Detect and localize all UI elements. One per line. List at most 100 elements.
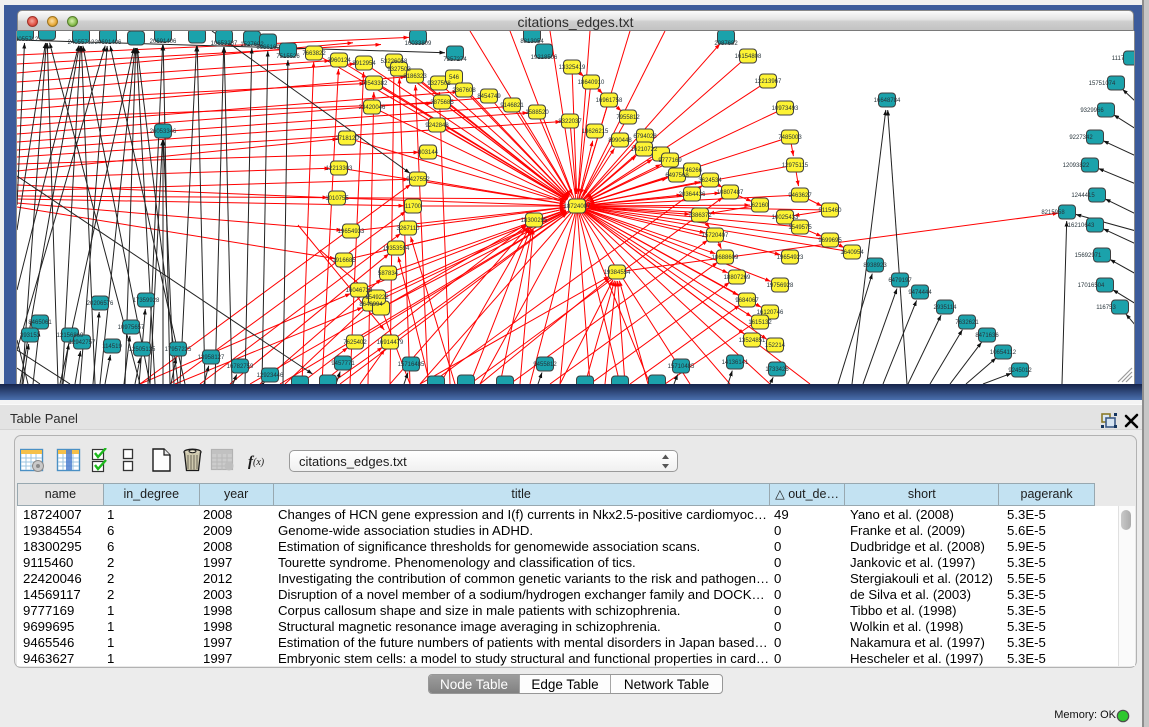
svg-text:2935114: 2935114 [934,305,958,311]
svg-text:11700: 11700 [405,204,422,210]
svg-text:19353594: 19353594 [383,246,410,252]
svg-text:15692971: 15692971 [1075,253,1102,259]
svg-text:8912954: 8912954 [352,61,376,67]
svg-text:8471636: 8471636 [975,333,999,339]
svg-text:7386372: 7386372 [688,213,712,219]
svg-text:13524851: 13524851 [739,338,766,344]
svg-text:16210643: 16210643 [1068,223,1095,229]
svg-text:116753: 116753 [1096,305,1116,311]
svg-text:3960124: 3960124 [327,58,351,64]
svg-text:12975115: 12975115 [782,163,809,169]
svg-text:62160: 62160 [752,203,769,209]
svg-text:1615132: 1615132 [748,320,772,326]
svg-text:19654933: 19654933 [338,229,365,235]
svg-text:17016504: 17016504 [1078,283,1105,289]
svg-text:1244415: 1244415 [1071,193,1095,199]
svg-text:8640994: 8640994 [359,302,383,308]
svg-text:18640910: 18640910 [578,80,605,86]
svg-text:15751074: 15751074 [1089,81,1116,87]
svg-text:3875685: 3875685 [430,100,454,106]
svg-text:2718120: 2718120 [335,136,359,142]
svg-text:12093822: 12093822 [1063,163,1090,169]
svg-text:16033809: 16033809 [405,41,432,47]
svg-text:152214: 152214 [765,343,786,349]
svg-text:24055712: 24055712 [17,37,39,43]
svg-text:16648784: 16648784 [874,98,901,104]
svg-text:13958127: 13958127 [198,355,225,361]
svg-text:19654923: 19654923 [777,255,804,261]
svg-text:16210722: 16210722 [631,147,658,153]
svg-text:9463627: 9463627 [788,193,812,199]
svg-text:13325419: 13325419 [559,65,586,71]
svg-text:16154808: 16154808 [735,54,762,60]
svg-text:12923446: 12923446 [257,373,284,379]
svg-text:18807269: 18807269 [724,275,751,281]
svg-text:12156869: 12156869 [57,333,84,339]
svg-text:1916685: 1916685 [332,258,356,264]
svg-text:10654112: 10654112 [990,350,1017,356]
svg-text:9455812: 9455812 [533,362,557,368]
svg-text:3624534: 3624534 [698,178,722,184]
svg-text:1010755: 1010755 [325,196,349,202]
svg-text:17359928: 17359928 [133,298,160,304]
svg-text:1733426: 1733426 [765,367,789,373]
svg-text:6479197: 6479197 [888,278,912,284]
svg-text:15720407: 15720407 [702,233,729,239]
svg-text:587834: 587834 [378,271,399,277]
svg-text:7625402: 7625402 [343,340,367,346]
svg-text:12942757: 12942757 [69,340,96,346]
svg-text:8813054: 8813054 [520,39,544,45]
svg-text:20691406: 20691406 [95,40,122,46]
svg-text:12213967: 12213967 [755,79,782,85]
svg-text:1640954: 1640954 [840,250,864,256]
svg-text:7515526: 7515526 [276,54,300,60]
svg-text:393153: 393153 [20,333,41,339]
svg-text:20691406: 20691406 [150,39,177,45]
svg-text:10975657: 10975657 [118,325,145,331]
svg-text:19384554: 19384554 [604,270,631,276]
svg-text:9777169: 9777169 [658,158,682,164]
svg-text:53226058: 53226058 [381,59,408,65]
svg-text:10653287: 10653287 [211,41,238,47]
svg-text:7632621: 7632621 [955,320,979,326]
svg-text:16120746: 16120746 [757,310,784,316]
svg-text:10973493: 10973493 [772,106,799,112]
svg-text:8454749: 8454749 [477,94,501,100]
svg-text:24055712: 24055712 [68,40,95,46]
svg-text:10807487: 10807487 [717,190,744,196]
svg-text:26053346: 26053346 [150,129,177,135]
svg-text:7663822: 7663822 [302,51,326,57]
svg-text:9427552: 9427552 [406,177,430,183]
svg-text:12505135: 12505135 [129,347,156,353]
svg-text:10688609: 10688609 [712,255,739,261]
svg-text:9245012: 9245012 [1008,368,1032,374]
svg-text:19756928: 19756928 [767,283,794,289]
svg-text:9699695: 9699695 [818,238,842,244]
svg-text:(x): (x) [253,457,265,468]
svg-text:18300295: 18300295 [521,218,548,224]
svg-text:8186323: 8186323 [403,74,427,80]
svg-text:8215958: 8215958 [1041,210,1065,216]
svg-text:19218506: 19218506 [531,55,558,61]
svg-text:9684067: 9684067 [735,298,759,304]
svg-text:14136141: 14136141 [722,360,749,366]
svg-text:1549575: 1549575 [788,225,812,231]
svg-text:10025433: 10025433 [772,215,799,221]
svg-text:746266: 746266 [682,168,703,174]
svg-text:9327508: 9327508 [427,81,451,87]
svg-text:1117: 1117 [1112,56,1125,62]
svg-text:7485003: 7485003 [778,135,802,141]
svg-text:15716485: 15716485 [398,362,425,368]
svg-text:114519: 114519 [102,344,122,350]
svg-text:9242848: 9242848 [425,123,449,129]
svg-text:7955812: 7955812 [616,115,640,121]
svg-text:1549222: 1549222 [365,295,389,301]
svg-text:16961758: 16961758 [596,98,623,104]
svg-text:13626215: 13626215 [582,129,609,135]
svg-text:9329966: 9329966 [1080,108,1104,114]
svg-text:7357274: 7357274 [443,57,467,63]
svg-text:9327503: 9327503 [387,67,411,73]
svg-text:1588520: 1588520 [525,110,549,116]
svg-text:803144: 803144 [418,150,439,156]
svg-text:16914479: 16914479 [377,340,404,346]
